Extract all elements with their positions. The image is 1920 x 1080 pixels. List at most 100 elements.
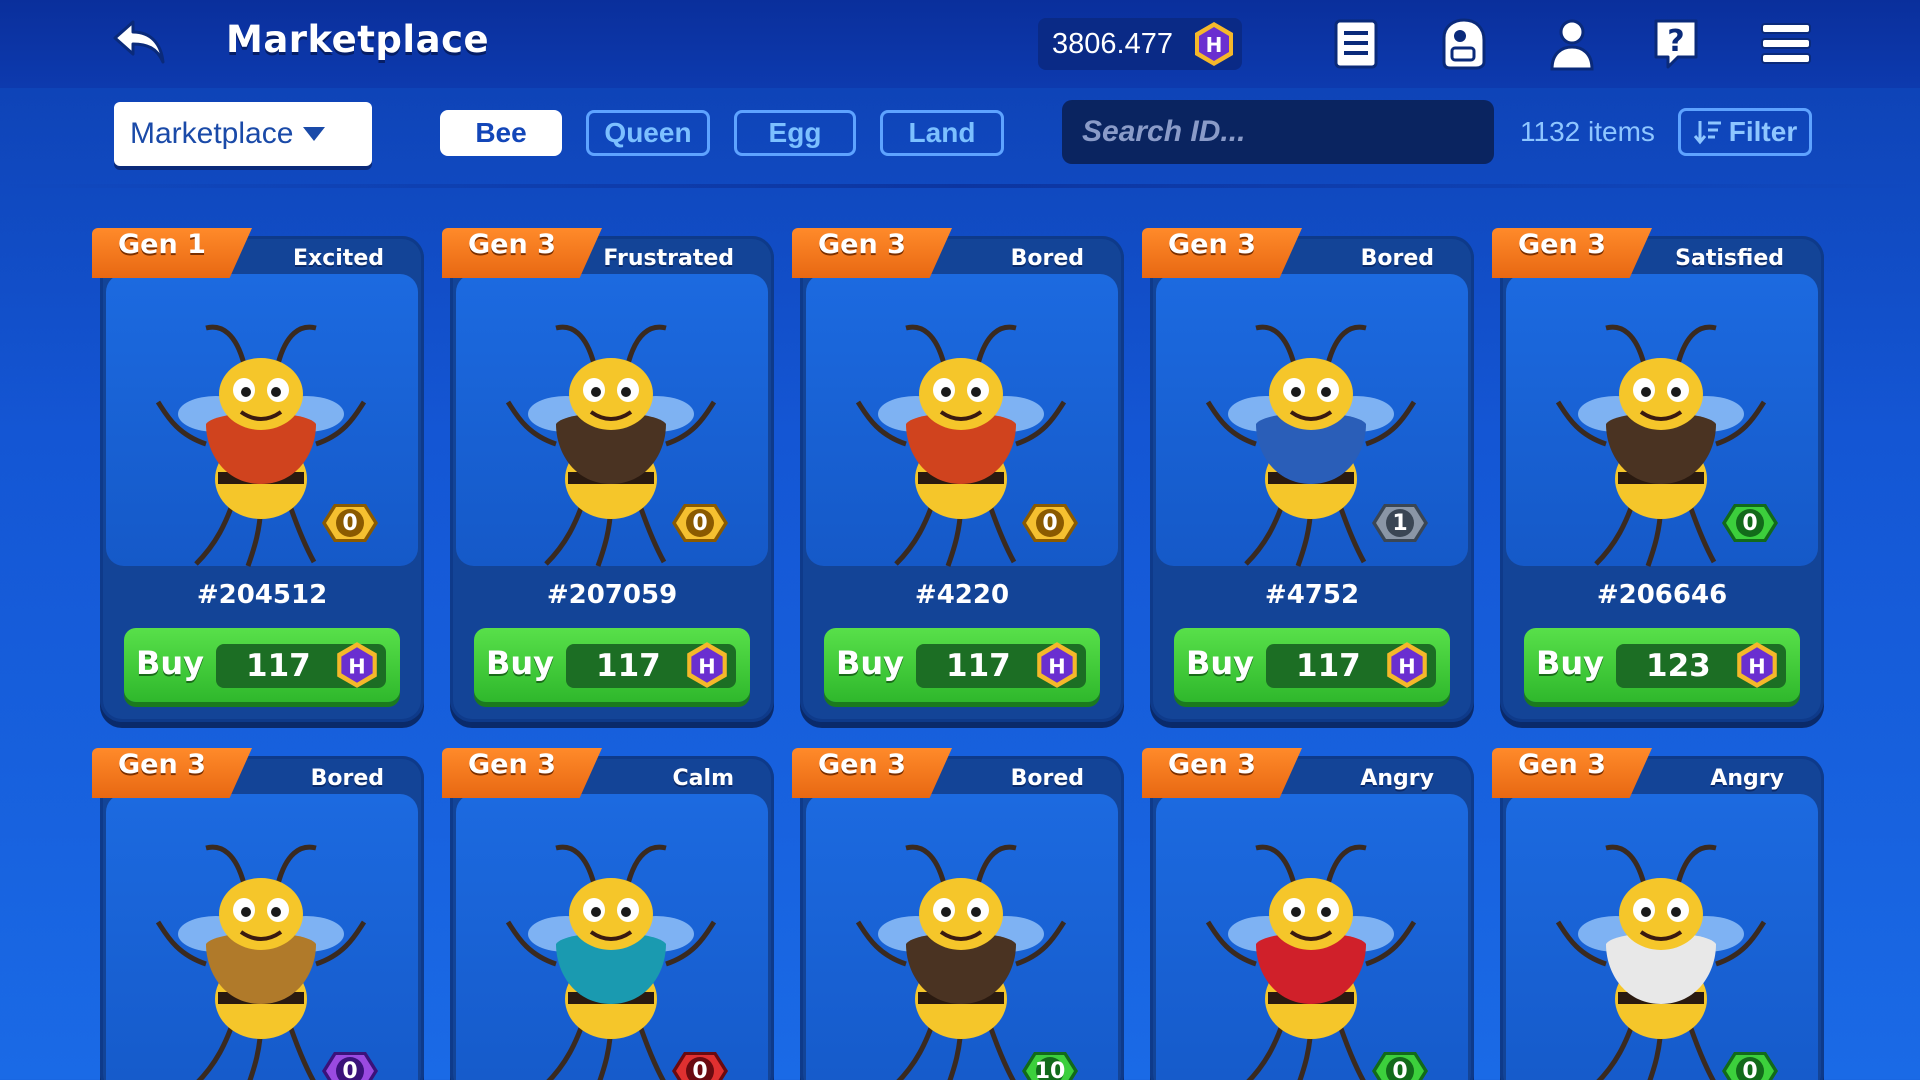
badge-value: 0 bbox=[1742, 510, 1758, 536]
gen-label: Gen 3 bbox=[1168, 229, 1256, 260]
svg-text:H: H bbox=[1206, 33, 1223, 57]
bee-portrait: 0 bbox=[1156, 794, 1468, 1080]
bee-id: #204512 bbox=[196, 580, 328, 610]
filter-button[interactable]: Filter bbox=[1678, 108, 1812, 156]
mood-label: Bored bbox=[1010, 246, 1084, 271]
buy-button[interactable]: Buy 117 H bbox=[824, 628, 1100, 702]
tab-land[interactable]: Land bbox=[880, 110, 1004, 156]
mood-label: Frustrated bbox=[603, 246, 734, 271]
buy-button[interactable]: Buy 117 H bbox=[124, 628, 400, 702]
back-button[interactable] bbox=[108, 16, 170, 68]
buy-button[interactable]: Buy 117 H bbox=[474, 628, 750, 702]
mood-label: Bored bbox=[1010, 766, 1084, 791]
bee-card[interactable]: 10 Gen 3 Bored bbox=[792, 748, 1124, 1080]
level-badge: 0 bbox=[1016, 498, 1084, 548]
hive-coin-icon: H bbox=[1037, 642, 1077, 688]
bee-art bbox=[136, 814, 386, 1080]
bee-id: #4220 bbox=[914, 580, 1010, 610]
gen-tag: Gen 3 bbox=[1492, 748, 1652, 798]
bee-art bbox=[486, 814, 736, 1080]
bee-card[interactable]: 0 Gen 3 Calm bbox=[442, 748, 774, 1080]
items-count: 1132 items bbox=[1520, 116, 1655, 147]
buy-button[interactable]: Buy 117 H bbox=[1174, 628, 1450, 702]
price-value: 123 bbox=[1646, 648, 1711, 684]
filter-sort-icon bbox=[1693, 121, 1721, 145]
search-box bbox=[1062, 100, 1494, 164]
badge-value: 0 bbox=[1042, 510, 1058, 536]
mood-label: Satisfied bbox=[1675, 246, 1784, 271]
gen-tag: Gen 3 bbox=[792, 228, 952, 278]
gen-label: Gen 3 bbox=[818, 749, 906, 780]
help-icon: ? bbox=[1654, 19, 1698, 69]
bee-id: #207059 bbox=[546, 580, 678, 610]
gen-label: Gen 3 bbox=[468, 749, 556, 780]
bee-portrait: 0 bbox=[1506, 794, 1818, 1080]
bee-card[interactable]: 0 Gen 3 Frustrated #207059 Buy 117 H bbox=[442, 228, 774, 722]
mood-label: Angry bbox=[1360, 766, 1434, 791]
price-box: 117 H bbox=[916, 642, 1086, 688]
tab-egg[interactable]: Egg bbox=[734, 110, 856, 156]
notes-icon bbox=[1334, 19, 1378, 69]
tab-bee[interactable]: Bee bbox=[440, 110, 562, 156]
gen-tag: Gen 3 bbox=[442, 228, 602, 278]
gen-tag: Gen 3 bbox=[1142, 748, 1302, 798]
bee-image bbox=[155, 844, 367, 1080]
level-badge: 10 bbox=[1016, 1046, 1084, 1080]
top-bar: Marketplace 3806.477 H ? bbox=[0, 0, 1920, 88]
bee-portrait: 1 bbox=[1156, 274, 1468, 567]
badge-value: 0 bbox=[692, 1058, 708, 1080]
bee-art bbox=[1186, 814, 1436, 1080]
price-box: 117 H bbox=[566, 642, 736, 688]
gen-label: Gen 3 bbox=[1518, 229, 1606, 260]
marketplace-dropdown[interactable]: Marketplace bbox=[114, 102, 372, 166]
hive-coin-icon: H bbox=[1737, 642, 1777, 688]
backpack-button[interactable] bbox=[1432, 14, 1492, 74]
hive-coin-icon: H bbox=[337, 642, 377, 688]
help-button[interactable]: ? bbox=[1646, 14, 1706, 74]
svg-text:?: ? bbox=[1667, 24, 1684, 59]
bee-id: #206646 bbox=[1596, 580, 1728, 610]
mood-label: Bored bbox=[1360, 246, 1434, 271]
gen-tag: Gen 3 bbox=[442, 748, 602, 798]
price-box: 123 H bbox=[1616, 642, 1786, 688]
hive-coin-icon: H bbox=[1387, 642, 1427, 688]
bee-portrait: 0 bbox=[106, 794, 418, 1080]
bee-card[interactable]: 0 Gen 3 Angry bbox=[1492, 748, 1824, 1080]
level-badge: 0 bbox=[1716, 1046, 1784, 1080]
filter-label: Filter bbox=[1728, 116, 1798, 147]
buy-label: Buy bbox=[1186, 644, 1255, 682]
level-badge: 0 bbox=[666, 498, 734, 548]
bee-image bbox=[505, 844, 717, 1080]
bee-card[interactable]: 0 Gen 3 Bored #4220 Buy 117 H bbox=[792, 228, 1124, 722]
bee-id: #4752 bbox=[1264, 580, 1360, 610]
notes-button[interactable] bbox=[1326, 14, 1386, 74]
bee-art bbox=[836, 814, 1086, 1080]
menu-button[interactable] bbox=[1756, 14, 1816, 74]
chevron-down-icon bbox=[303, 127, 326, 141]
level-badge: 0 bbox=[1366, 1046, 1434, 1080]
bee-card[interactable]: 1 Gen 3 Bored #4752 Buy 117 H bbox=[1142, 228, 1474, 722]
bee-card[interactable]: 0 Gen 3 Bored bbox=[92, 748, 424, 1080]
bee-card[interactable]: 0 Gen 3 Angry bbox=[1142, 748, 1474, 1080]
buy-label: Buy bbox=[836, 644, 905, 682]
gen-label: Gen 3 bbox=[1168, 749, 1256, 780]
search-input[interactable] bbox=[1082, 115, 1494, 149]
svg-text:H: H bbox=[1748, 654, 1765, 678]
hive-coin-icon: H bbox=[687, 642, 727, 688]
badge-value: 0 bbox=[1742, 1058, 1758, 1080]
profile-button[interactable] bbox=[1542, 14, 1602, 74]
bee-card[interactable]: 0 Gen 1 Excited #204512 Buy 117 H bbox=[92, 228, 424, 722]
gen-tag: Gen 3 bbox=[92, 748, 252, 798]
bee-card[interactable]: 0 Gen 3 Satisfied #206646 Buy 123 H bbox=[1492, 228, 1824, 722]
backpack-icon bbox=[1442, 18, 1486, 70]
gen-tag: Gen 3 bbox=[792, 748, 952, 798]
menu-icon bbox=[1761, 23, 1811, 64]
buy-button[interactable]: Buy 123 H bbox=[1524, 628, 1800, 702]
level-badge: 1 bbox=[1366, 498, 1434, 548]
bee-portrait: 0 bbox=[456, 794, 768, 1080]
price-value: 117 bbox=[246, 648, 311, 684]
tab-queen[interactable]: Queen bbox=[586, 110, 710, 156]
gen-label: Gen 3 bbox=[1518, 749, 1606, 780]
bee-image bbox=[1205, 844, 1417, 1080]
gen-label: Gen 3 bbox=[468, 229, 556, 260]
